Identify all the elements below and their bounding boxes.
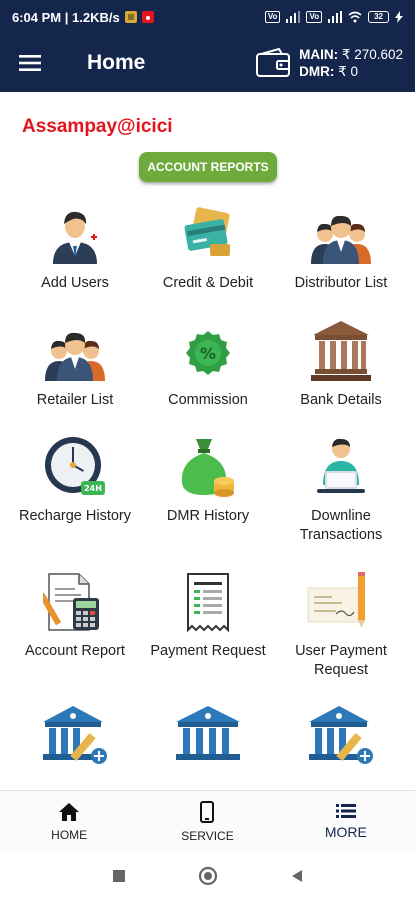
tile-dmr-history[interactable]: DMR History bbox=[139, 435, 277, 526]
phone-icon bbox=[200, 800, 215, 823]
svg-text:24H: 24H bbox=[84, 484, 102, 493]
add-user-icon bbox=[53, 211, 100, 264]
main-label: MAIN: bbox=[299, 47, 339, 62]
tile-bank-add[interactable] bbox=[6, 704, 144, 778]
tile-retailer-list[interactable]: Retailer List bbox=[6, 319, 144, 410]
user-laptop-icon bbox=[317, 438, 365, 493]
wallet-text: MAIN: ₹ 270.602 DMR: ₹ 0 bbox=[299, 46, 403, 80]
dmr-amount: ₹ 0 bbox=[338, 64, 358, 79]
dmr-label: DMR: bbox=[299, 64, 335, 79]
tile-bank-details[interactable]: Bank Details bbox=[272, 319, 410, 410]
bank-icon bbox=[311, 321, 371, 381]
back-icon[interactable] bbox=[290, 869, 304, 883]
report-calculator-icon bbox=[43, 573, 99, 631]
signal-icon-2 bbox=[328, 11, 343, 23]
nav-more-label: MORE bbox=[324, 823, 367, 840]
recents-icon[interactable] bbox=[112, 869, 126, 883]
credit-card-icon bbox=[184, 207, 230, 256]
tile-bank[interactable] bbox=[139, 704, 277, 778]
group-icon bbox=[45, 332, 105, 381]
group-icon bbox=[311, 215, 371, 264]
brand-name: Assampay@icici bbox=[22, 116, 173, 137]
tile-label: DMR History bbox=[166, 508, 250, 524]
dmr-balance-row: DMR: ₹ 0 bbox=[299, 63, 403, 80]
bank-edit-icon bbox=[43, 706, 107, 764]
battery-icon: 32 bbox=[368, 11, 389, 23]
tile-user-payment-request[interactable]: User Payment Request bbox=[272, 570, 410, 680]
clock-24h-icon: 24H bbox=[45, 437, 105, 495]
status-bar: 6:04 PM | 1.2KB/s Vo Vo 32 bbox=[0, 0, 415, 34]
tile-label: Commission bbox=[168, 392, 248, 408]
system-navigation bbox=[0, 852, 415, 900]
wifi-icon bbox=[348, 11, 362, 23]
signal-icon bbox=[286, 11, 301, 23]
nav-home-label: HOME bbox=[51, 827, 88, 842]
hamburger-icon bbox=[19, 55, 41, 71]
wallet-icon bbox=[256, 48, 291, 77]
main-content[interactable]: Assampay@icici ACCOUNT REPORTS Add Users… bbox=[0, 92, 415, 790]
percent-badge-icon: % bbox=[186, 331, 230, 375]
tile-payment-request[interactable]: Payment Request bbox=[139, 570, 277, 661]
main-amount: ₹ 270.602 bbox=[341, 47, 403, 62]
tile-downline-transactions[interactable]: Downline Transactions bbox=[272, 435, 410, 545]
status-time: 6:04 PM | 1.2KB/s bbox=[12, 9, 120, 25]
wallet-balance[interactable]: MAIN: ₹ 270.602 DMR: ₹ 0 bbox=[255, 46, 403, 80]
volte-badge: Vo bbox=[264, 11, 281, 23]
cheque-icon bbox=[307, 572, 365, 628]
tile-distributor-list[interactable]: Distributor List bbox=[272, 202, 410, 293]
tile-account-report[interactable]: Account Report bbox=[6, 570, 144, 661]
money-bag-icon bbox=[181, 439, 234, 497]
main-balance-row: MAIN: ₹ 270.602 bbox=[299, 46, 403, 63]
bank-edit-icon bbox=[309, 706, 373, 764]
tile-label: Distributor List bbox=[294, 275, 388, 291]
tile-recharge-history[interactable]: 24H Recharge History bbox=[6, 435, 144, 526]
notification-icon bbox=[124, 11, 137, 23]
tile-label: User Payment Request bbox=[295, 643, 387, 678]
tile-label: Add Users bbox=[41, 275, 109, 291]
nav-service-label: SERVICE bbox=[181, 828, 234, 843]
menu-button[interactable] bbox=[0, 34, 60, 92]
nav-more[interactable]: MORE bbox=[277, 791, 415, 852]
tile-label: Downline Transactions bbox=[299, 508, 383, 543]
home-icon bbox=[59, 802, 80, 821]
list-icon bbox=[335, 803, 356, 818]
status-icons: Vo Vo 32 bbox=[264, 11, 403, 23]
volte-badge-2: Vo bbox=[306, 11, 323, 23]
app-notification-icon bbox=[141, 11, 154, 23]
tile-credit-debit[interactable]: Credit & Debit bbox=[139, 202, 277, 293]
tile-label: Credit & Debit bbox=[162, 275, 254, 291]
bank-icon bbox=[176, 706, 240, 760]
svg-text:%: % bbox=[200, 344, 216, 363]
tile-label: Retailer List bbox=[36, 392, 114, 408]
nav-service[interactable]: SERVICE bbox=[138, 791, 276, 852]
tile-label: Bank Details bbox=[300, 392, 382, 408]
tile-label: Account Report bbox=[25, 643, 125, 659]
tile-commission[interactable]: % Commission bbox=[139, 319, 277, 410]
tile-bank-edit[interactable] bbox=[272, 704, 410, 778]
nav-home[interactable]: HOME bbox=[0, 791, 138, 852]
tile-label: Recharge History bbox=[18, 508, 131, 524]
tile-add-users[interactable]: Add Users bbox=[6, 202, 144, 293]
app-bar: Home MAIN: ₹ 270.602 DMR: ₹ 0 bbox=[0, 34, 415, 92]
page-title: Home bbox=[87, 51, 146, 74]
receipt-icon bbox=[187, 573, 229, 633]
bottom-navigation: HOME SERVICE MORE bbox=[0, 790, 415, 852]
tile-label: Payment Request bbox=[150, 643, 266, 659]
home-circle-icon[interactable] bbox=[198, 866, 218, 886]
account-reports-button[interactable]: ACCOUNT REPORTS bbox=[139, 152, 277, 182]
charging-icon bbox=[395, 11, 403, 23]
